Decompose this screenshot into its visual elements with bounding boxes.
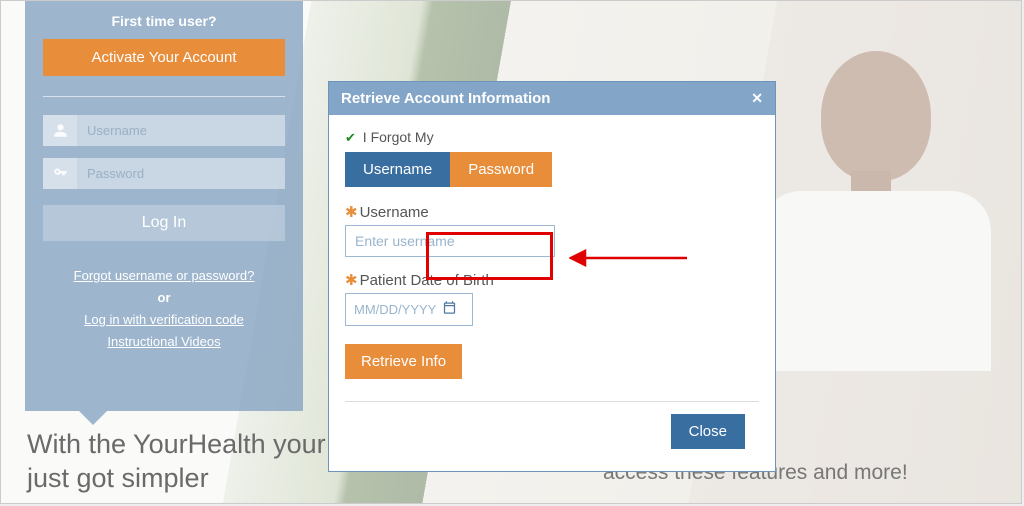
i-forgot-my-label: I Forgot My <box>363 129 434 145</box>
sidebar-links: Forgot username or password? or Log in w… <box>43 265 285 353</box>
username-label: ✱Username <box>345 203 759 221</box>
forgot-link[interactable]: Forgot username or password? <box>74 268 255 283</box>
modal-title: Retrieve Account Information <box>341 90 550 107</box>
user-icon <box>43 115 77 146</box>
retrieve-info-button[interactable]: Retrieve Info <box>345 344 462 379</box>
dob-label: ✱Patient Date of Birth <box>345 271 759 289</box>
forgot-label-row: ✔ I Forgot My <box>345 129 759 146</box>
modal-footer: Close <box>345 401 759 461</box>
required-icon: ✱ <box>345 272 358 289</box>
close-button[interactable]: Close <box>671 414 745 449</box>
check-icon: ✔ <box>345 130 356 145</box>
key-icon <box>43 158 77 189</box>
modal-body: ✔ I Forgot My Username Password ✱Usernam… <box>329 115 775 471</box>
required-icon: ✱ <box>345 204 358 221</box>
retrieve-account-modal: Retrieve Account Information ✕ ✔ I Forgo… <box>328 81 776 472</box>
forgot-toggle: Username Password <box>345 152 759 187</box>
password-field-wrap <box>43 158 285 189</box>
divider <box>43 96 285 97</box>
sidebar-caret <box>79 411 107 425</box>
calendar-icon[interactable] <box>442 300 457 319</box>
first-time-label: First time user? <box>43 13 285 29</box>
instructional-videos-link[interactable]: Instructional Videos <box>107 334 220 349</box>
dob-input[interactable] <box>354 302 442 317</box>
login-sidebar: First time user? Activate Your Account L… <box>25 1 303 411</box>
close-icon[interactable]: ✕ <box>751 90 763 107</box>
tab-username[interactable]: Username <box>345 152 450 187</box>
or-label: or <box>43 287 285 309</box>
activate-account-button[interactable]: Activate Your Account <box>43 39 285 76</box>
modal-username-input[interactable] <box>345 225 555 257</box>
password-input[interactable] <box>77 158 285 189</box>
verify-code-link[interactable]: Log in with verification code <box>84 312 244 327</box>
dob-field-wrap <box>345 293 473 326</box>
modal-header: Retrieve Account Information ✕ <box>329 82 775 115</box>
username-field-wrap <box>43 115 285 146</box>
login-button[interactable]: Log In <box>43 205 285 241</box>
username-input[interactable] <box>77 115 285 146</box>
tab-password[interactable]: Password <box>450 152 552 187</box>
